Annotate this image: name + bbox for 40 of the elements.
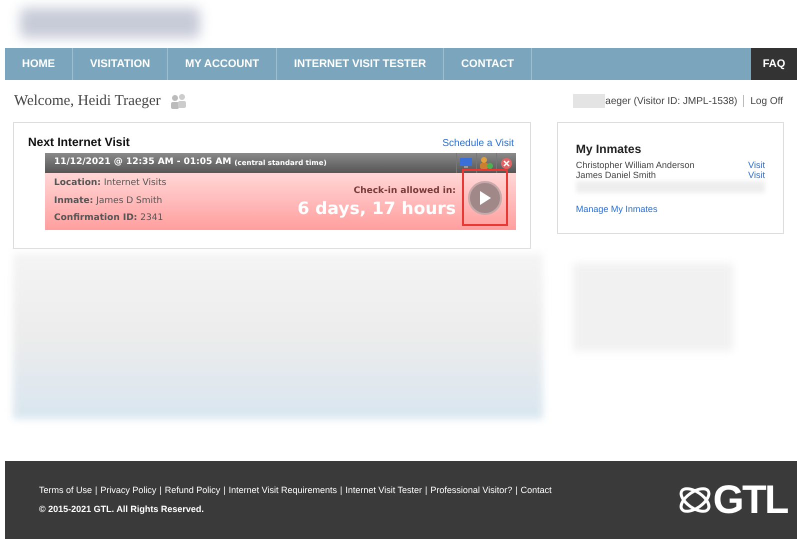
detail-value: James D Smith	[96, 194, 162, 208]
play-button[interactable]	[468, 180, 502, 214]
detail-value: 2341	[140, 212, 164, 226]
detail-label: Confirmation ID:	[54, 212, 138, 226]
detail-label: Inmate:	[54, 194, 94, 208]
welcome-text: Welcome, Heidi Traeger	[14, 92, 161, 111]
link-separator: |	[95, 484, 98, 497]
footer-link[interactable]: Contact	[520, 484, 552, 497]
detail-value: Internet Visits	[104, 177, 166, 190]
play-icon	[478, 190, 492, 206]
schedule-link[interactable]: Schedule a Visit	[442, 136, 514, 151]
footer-link[interactable]: Refund Policy	[164, 484, 220, 497]
visit-link[interactable]: Visit	[748, 170, 765, 180]
copyright-text: © 2015-2021 GTL. All Rights Reserved.	[39, 503, 205, 516]
card-title: My Inmates	[576, 141, 642, 158]
logoff-link[interactable]: Log Off	[750, 94, 783, 108]
faq-tab[interactable]: FAQ	[751, 48, 797, 80]
link-separator: |	[159, 484, 162, 497]
link-separator: |	[425, 484, 428, 497]
inmate-name: Christopher William Anderson	[576, 160, 694, 170]
link-separator: |	[223, 484, 226, 497]
redacted-block	[573, 94, 606, 108]
visit-datetime: 11/12/2021 @ 12:35 AM - 01:05 AM	[54, 156, 232, 170]
footer-link[interactable]: Professional Visitor?	[430, 484, 512, 497]
visitor-info: aeger (Visitor ID: JMPL-1538)	[605, 94, 738, 108]
card-title: Next Internet Visit	[28, 134, 130, 151]
footer-link[interactable]: Internet Visit Requirements	[228, 484, 337, 497]
manage-link[interactable]: Manage My Inmates	[576, 203, 765, 216]
visit-link[interactable]: Visit	[748, 160, 765, 170]
link-separator: |	[340, 484, 342, 497]
countdown-text: 6 days, 17 hours	[298, 198, 456, 220]
footer-link[interactable]: Internet Visit Tester	[345, 484, 422, 497]
inmate-name: James Daniel Smith	[576, 170, 656, 180]
link-separator: |	[515, 484, 518, 497]
detail-label: Location:	[54, 177, 101, 190]
footer-link[interactable]: Privacy Policy	[100, 484, 156, 497]
footer-link[interactable]: Terms of Use	[39, 484, 92, 497]
gtl-logo: GTL	[713, 480, 787, 520]
checkin-label: Check-in allowed in:	[354, 184, 456, 198]
users-icon	[168, 93, 187, 109]
